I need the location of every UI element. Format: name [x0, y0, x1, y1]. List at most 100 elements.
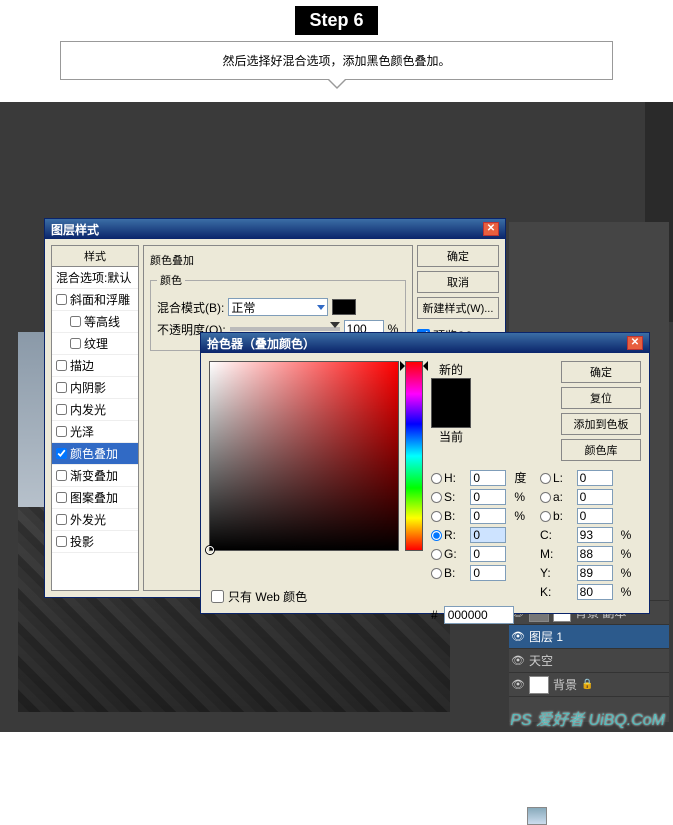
effect-item[interactable]: 等高线	[52, 311, 138, 333]
effect-item[interactable]: 内发光	[52, 399, 138, 421]
effect-label: 内发光	[70, 401, 106, 418]
new-style-button[interactable]: 新建样式(W)...	[417, 297, 499, 319]
color-marker-icon[interactable]	[206, 546, 214, 554]
effect-checkbox[interactable]	[56, 426, 67, 437]
a-label[interactable]: a:	[540, 490, 573, 504]
effect-label: 混合选项:默认	[56, 269, 131, 286]
s-input[interactable]	[470, 489, 506, 505]
color-compare-swatch	[431, 378, 471, 428]
overlay-color-swatch[interactable]	[332, 299, 356, 315]
effect-label: 等高线	[84, 313, 120, 330]
group-legend: 颜色	[157, 272, 185, 288]
effect-checkbox[interactable]	[56, 360, 67, 371]
hex-input[interactable]	[444, 606, 514, 624]
layer-thumbnail[interactable]	[527, 807, 547, 825]
effect-item[interactable]: 外发光	[52, 509, 138, 531]
web-colors-checkbox[interactable]: 只有 Web 颜色	[211, 588, 307, 605]
color-picker-titlebar[interactable]: 拾色器（叠加颜色） ✕	[201, 333, 649, 353]
effect-checkbox[interactable]	[56, 404, 67, 415]
effect-item[interactable]: 纹理	[52, 333, 138, 355]
hue-slider[interactable]	[405, 361, 423, 551]
blend-mode-select[interactable]: 正常	[228, 298, 328, 316]
effect-label: 图案叠加	[70, 489, 118, 506]
photoshop-background: 👁图层 2👁背景 副本👁图层 1👁天空👁背景🔒 图层样式 ✕ 样式 混合选项:默…	[0, 102, 673, 732]
color-field[interactable]	[209, 361, 399, 551]
close-icon[interactable]: ✕	[483, 222, 499, 236]
effect-checkbox[interactable]	[56, 536, 67, 547]
effect-label: 渐变叠加	[70, 467, 118, 484]
reset-button[interactable]: 复位	[561, 387, 641, 409]
c-label: C:	[540, 528, 573, 542]
effect-label: 纹理	[84, 335, 108, 352]
bv-label[interactable]: B:	[431, 509, 466, 523]
bv-unit: %	[514, 509, 536, 523]
effects-sidebar: 样式 混合选项:默认斜面和浮雕等高线纹理描边内阴影内发光光泽颜色叠加渐变叠加图案…	[51, 245, 139, 591]
layer-row[interactable]: 👁天空	[509, 649, 669, 673]
effect-checkbox[interactable]	[56, 382, 67, 393]
color-libraries-button[interactable]: 颜色库	[561, 439, 641, 461]
effect-item[interactable]: 描边	[52, 355, 138, 377]
effect-item[interactable]: 光泽	[52, 421, 138, 443]
effect-checkbox[interactable]	[56, 492, 67, 503]
lock-icon: 🔒	[581, 679, 593, 690]
add-swatch-button[interactable]: 添加到色板	[561, 413, 641, 435]
effect-item[interactable]: 渐变叠加	[52, 465, 138, 487]
cancel-button[interactable]: 取消	[417, 271, 499, 293]
b-input[interactable]	[577, 508, 613, 524]
close-icon[interactable]: ✕	[627, 336, 643, 350]
watermark: PS 爱好者 UiBQ.CoM	[510, 706, 665, 730]
k-unit: %	[621, 585, 641, 599]
effect-checkbox[interactable]	[56, 470, 67, 481]
instruction-box: 然后选择好混合选项，添加黑色颜色叠加。	[60, 41, 613, 80]
eye-icon[interactable]: 👁	[511, 678, 525, 692]
effect-label: 颜色叠加	[70, 445, 118, 462]
l-label[interactable]: L:	[540, 471, 573, 485]
m-input[interactable]	[577, 546, 613, 562]
c-unit: %	[621, 528, 641, 542]
eye-icon[interactable]: 👁	[511, 654, 525, 668]
ok-button[interactable]: 确定	[417, 245, 499, 267]
effects-sidebar-header: 样式	[52, 246, 138, 267]
k-input[interactable]	[577, 584, 613, 600]
opacity-slider[interactable]	[230, 327, 340, 331]
effect-label: 投影	[70, 533, 94, 550]
eye-icon[interactable]: 👁	[511, 630, 525, 644]
layer-style-titlebar[interactable]: 图层样式 ✕	[45, 219, 505, 239]
h-label[interactable]: H:	[431, 471, 466, 485]
effect-item[interactable]: 图案叠加	[52, 487, 138, 509]
effect-checkbox[interactable]	[56, 514, 67, 525]
effect-item[interactable]: 混合选项:默认	[52, 267, 138, 289]
effect-checkbox[interactable]	[70, 316, 81, 327]
effect-item[interactable]: 内阴影	[52, 377, 138, 399]
b-label[interactable]: b:	[540, 509, 573, 523]
effect-item[interactable]: 投影	[52, 531, 138, 553]
effect-item[interactable]: 斜面和浮雕	[52, 289, 138, 311]
effect-checkbox[interactable]	[70, 338, 81, 349]
y-input[interactable]	[577, 565, 613, 581]
effect-checkbox[interactable]	[56, 294, 67, 305]
bv-input[interactable]	[470, 508, 506, 524]
bb-label[interactable]: B:	[431, 566, 466, 580]
section-title: 颜色叠加	[150, 252, 406, 268]
blend-mode-label: 混合模式(B):	[157, 299, 224, 316]
g-label[interactable]: G:	[431, 547, 466, 561]
bb-input[interactable]	[470, 565, 506, 581]
g-input[interactable]	[470, 546, 506, 562]
m-unit: %	[621, 547, 641, 561]
current-color-label: 当前	[439, 428, 463, 445]
c-input[interactable]	[577, 527, 613, 543]
layer-thumbnail[interactable]	[529, 676, 549, 694]
layer-row[interactable]: 👁背景🔒	[509, 673, 669, 697]
r-label[interactable]: R:	[431, 528, 466, 542]
s-label[interactable]: S:	[431, 490, 466, 504]
y-label: Y:	[540, 566, 573, 580]
effect-checkbox[interactable]	[56, 448, 67, 459]
layer-row[interactable]: 👁图层 1	[509, 625, 669, 649]
r-input[interactable]	[470, 527, 506, 543]
a-input[interactable]	[577, 489, 613, 505]
l-input[interactable]	[577, 470, 613, 486]
ok-button[interactable]: 确定	[561, 361, 641, 383]
effect-item[interactable]: 颜色叠加	[52, 443, 138, 465]
h-input[interactable]	[470, 470, 506, 486]
effect-label: 斜面和浮雕	[70, 291, 130, 308]
